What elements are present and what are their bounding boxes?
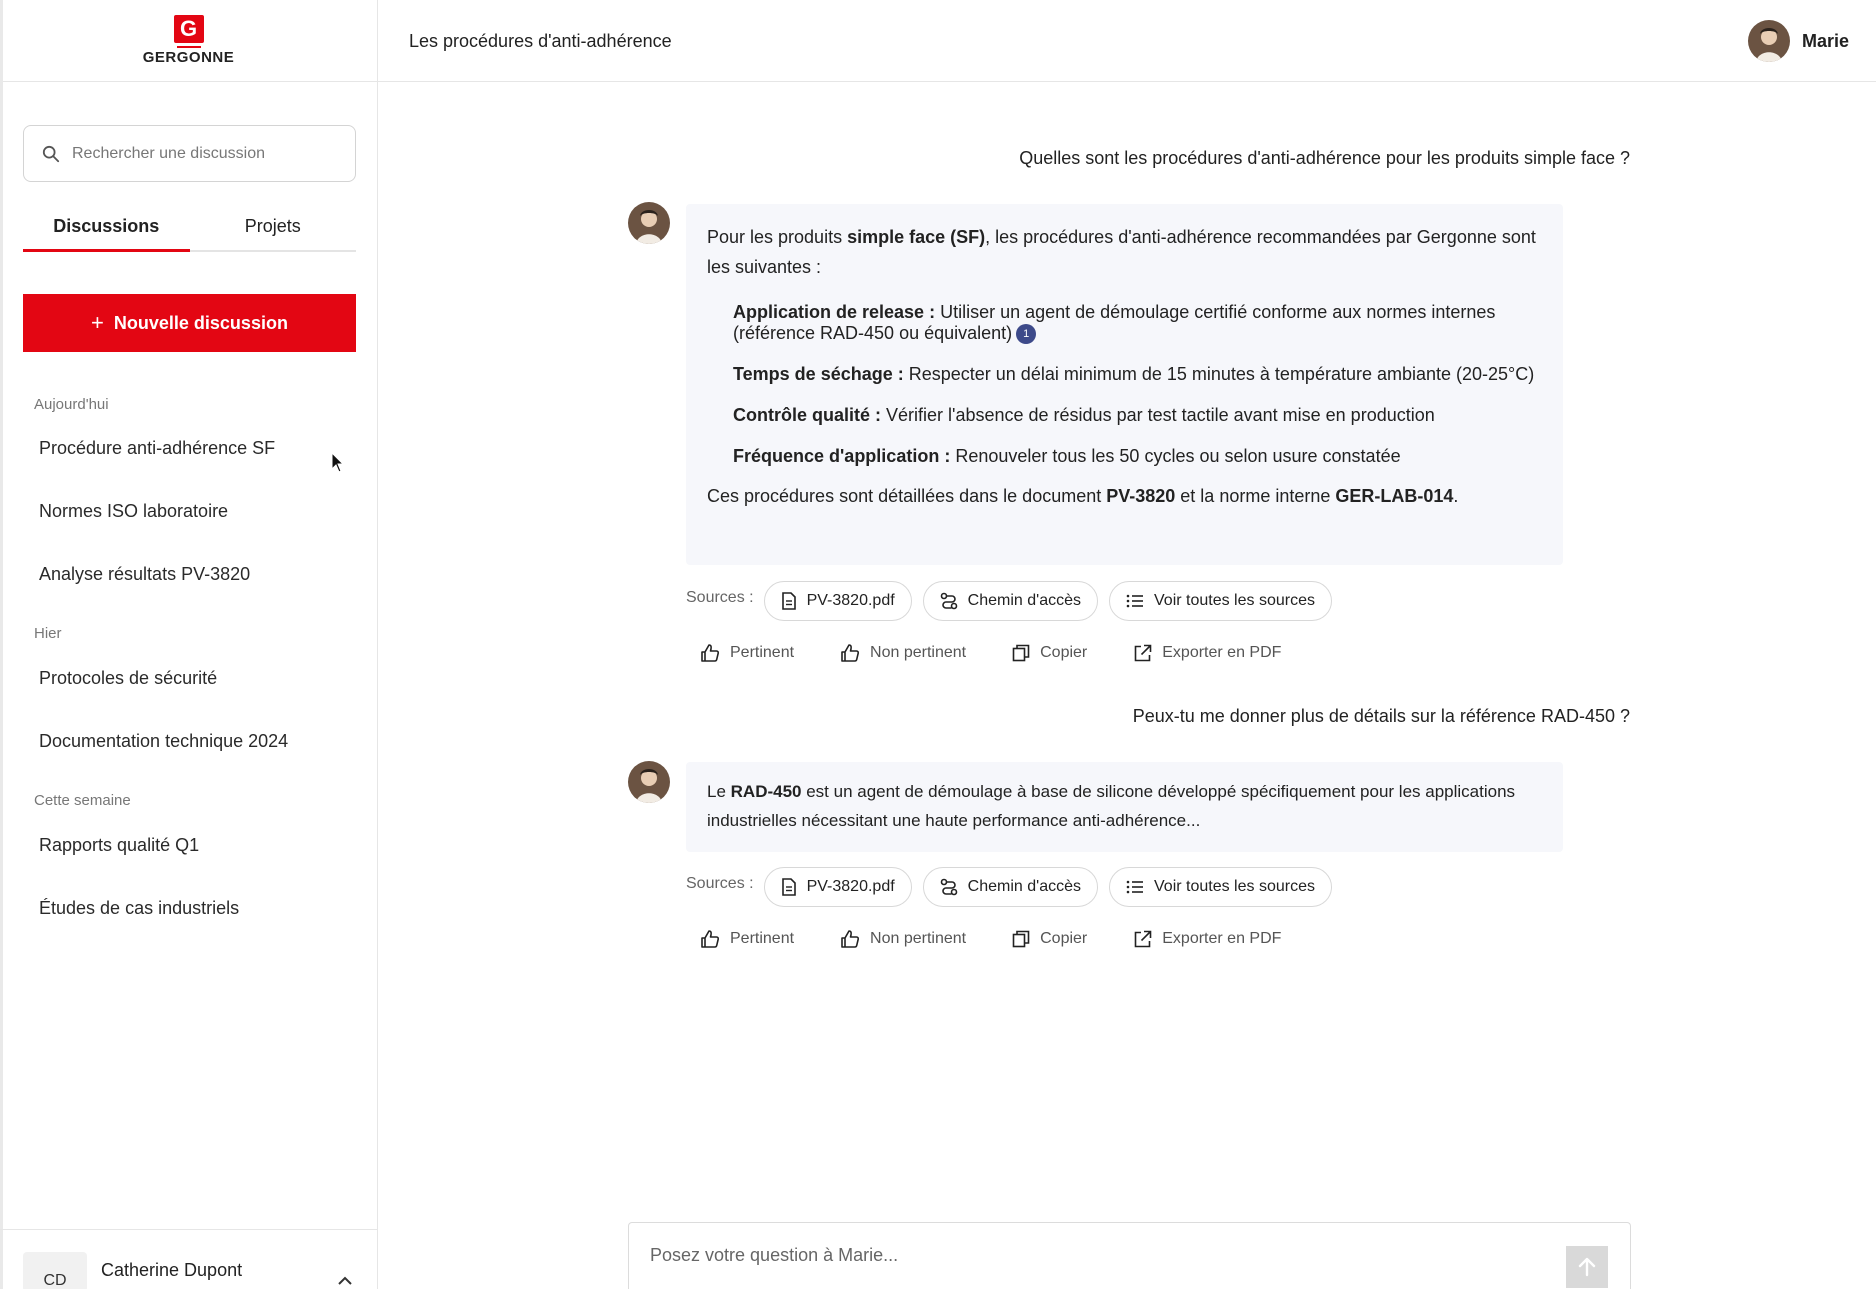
sources-row: Sources : PV-3820.pdf Chemin d'accès Voi… bbox=[686, 867, 1343, 907]
citation-badge[interactable]: 1 bbox=[1016, 324, 1037, 345]
list-icon bbox=[1126, 594, 1143, 608]
source-chip-path[interactable]: Chemin d'accès bbox=[922, 581, 1098, 621]
export-pdf-button[interactable]: Exporter en PDF bbox=[1133, 644, 1281, 663]
tab-discussions[interactable]: Discussions bbox=[23, 210, 190, 252]
new-discussion-label: Nouvelle discussion bbox=[113, 312, 288, 333]
message-actions: Pertinent Non pertinent Copier Exporter … bbox=[700, 929, 1327, 949]
thumbs-up-icon bbox=[701, 644, 720, 662]
logo-mark: G bbox=[173, 15, 204, 48]
user-message: Quelles sont les procédures d'anti-adhér… bbox=[1019, 148, 1630, 168]
list-icon bbox=[1126, 880, 1143, 894]
document-icon bbox=[781, 878, 796, 896]
conversation-item[interactable]: Protocoles de sécurité bbox=[39, 668, 217, 689]
route-icon bbox=[940, 592, 957, 610]
question-input[interactable] bbox=[650, 1245, 1550, 1266]
header: Les procédures d'anti-adhérence Marie bbox=[378, 0, 1876, 82]
user-avatar: CD bbox=[23, 1252, 87, 1289]
assistant-avatar bbox=[628, 761, 670, 803]
sources-row: Sources : PV-3820.pdf Chemin d'accès Voi… bbox=[686, 581, 1343, 621]
copy-icon bbox=[1012, 930, 1030, 948]
procedure-list: Application de release : Utiliser un age… bbox=[733, 302, 1542, 467]
route-icon bbox=[940, 878, 957, 896]
user-footer[interactable]: CD Catherine Dupont bbox=[0, 1229, 378, 1289]
search-input[interactable] bbox=[72, 144, 332, 163]
export-icon bbox=[1134, 644, 1152, 661]
pertinent-button[interactable]: Pertinent bbox=[700, 929, 794, 949]
plus-icon: + bbox=[91, 310, 104, 335]
copy-button[interactable]: Copier bbox=[1012, 644, 1087, 662]
new-discussion-button[interactable]: + Nouvelle discussion bbox=[23, 294, 356, 352]
source-chip-all[interactable]: Voir toutes les sources bbox=[1109, 867, 1332, 907]
conversation-item[interactable]: Documentation technique 2024 bbox=[39, 731, 288, 752]
message-intro: Pour les produits simple face (SF), les … bbox=[707, 227, 1536, 277]
pertinent-button[interactable]: Pertinent bbox=[700, 643, 794, 663]
logo-text: GERGONNE bbox=[142, 49, 235, 66]
mouse-cursor-icon bbox=[331, 452, 345, 473]
sidebar-edge bbox=[0, 0, 3, 1289]
thumbs-up-icon bbox=[701, 930, 720, 948]
user-name: Catherine Dupont bbox=[101, 1260, 243, 1280]
chevron-up-icon[interactable] bbox=[337, 1276, 353, 1286]
conversation-item[interactable]: Rapports qualité Q1 bbox=[39, 835, 199, 856]
send-button[interactable] bbox=[1566, 1246, 1608, 1288]
section-label-today: Aujourd'hui bbox=[34, 396, 109, 413]
message-actions: Pertinent Non pertinent Copier Exporter … bbox=[700, 643, 1327, 663]
source-chip-all[interactable]: Voir toutes les sources bbox=[1109, 581, 1332, 621]
assistant-avatar bbox=[628, 202, 670, 244]
procedure-item: Contrôle qualité : Vérifier l'absence de… bbox=[733, 405, 1435, 426]
logo: G GERGONNE bbox=[0, 0, 377, 82]
assistant-avatar[interactable] bbox=[1748, 20, 1790, 62]
sources-label: Sources : bbox=[686, 875, 754, 892]
thumbs-down-icon bbox=[841, 930, 860, 948]
tab-projets[interactable]: Projets bbox=[190, 210, 357, 250]
procedure-item: Temps de séchage : Respecter un délai mi… bbox=[733, 364, 1535, 385]
section-label-yesterday: Hier bbox=[34, 625, 62, 642]
copy-button[interactable]: Copier bbox=[1012, 930, 1087, 948]
source-chip-path[interactable]: Chemin d'accès bbox=[922, 867, 1098, 907]
thumbs-down-icon bbox=[841, 644, 860, 662]
message-outro: Ces procédures sont détaillées dans le d… bbox=[707, 486, 1459, 507]
message-composer bbox=[628, 1222, 1631, 1289]
procedure-item: Fréquence d'application : Renouveler tou… bbox=[733, 446, 1401, 467]
sidebar-tabs: Discussions Projets bbox=[23, 210, 356, 252]
conversation-item[interactable]: Analyse résultats PV-3820 bbox=[39, 564, 250, 585]
arrow-up-icon bbox=[1578, 1257, 1596, 1277]
section-label-this-week: Cette semaine bbox=[34, 792, 131, 809]
search-box[interactable] bbox=[23, 125, 356, 182]
copy-icon bbox=[1012, 644, 1030, 662]
conversation-item[interactable]: Procédure anti-adhérence SF bbox=[39, 438, 275, 459]
sidebar: G GERGONNE Discussions Projets + Nouvell… bbox=[0, 0, 378, 1289]
sources-label: Sources : bbox=[686, 589, 754, 606]
assistant-message: Le RAD-450 est un agent de démoulage à b… bbox=[686, 762, 1563, 852]
procedure-item: Application de release : Utiliser un age… bbox=[733, 302, 1496, 345]
user-message: Peux-tu me donner plus de détails sur la… bbox=[1132, 706, 1630, 726]
conversation-item[interactable]: Études de cas industriels bbox=[39, 898, 239, 919]
export-icon bbox=[1134, 930, 1152, 947]
page-title: Les procédures d'anti-adhérence bbox=[409, 31, 672, 51]
conversation-item[interactable]: Normes ISO laboratoire bbox=[39, 501, 228, 522]
export-pdf-button[interactable]: Exporter en PDF bbox=[1133, 930, 1281, 949]
source-chip-pdf[interactable]: PV-3820.pdf bbox=[763, 867, 912, 907]
source-chip-pdf[interactable]: PV-3820.pdf bbox=[763, 581, 912, 621]
non-pertinent-button[interactable]: Non pertinent bbox=[840, 929, 966, 949]
search-icon bbox=[42, 145, 60, 162]
document-icon bbox=[781, 592, 796, 610]
assistant-message: Pour les produits simple face (SF), les … bbox=[686, 204, 1563, 565]
assistant-name[interactable]: Marie bbox=[1802, 31, 1849, 52]
non-pertinent-button[interactable]: Non pertinent bbox=[840, 643, 966, 663]
